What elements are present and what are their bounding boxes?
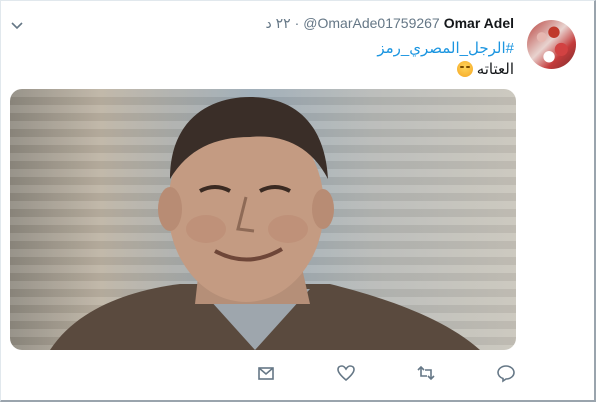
author-handle[interactable]: @OmarAde01759267 (303, 15, 439, 31)
tweet-time[interactable]: ٢٢ د (265, 15, 290, 32)
author-name[interactable]: Omar Adel (444, 15, 514, 31)
mail-icon[interactable] (256, 363, 276, 383)
tweet-header: ٢٢ د · @OmarAde01759267 Omar Adel (265, 15, 514, 32)
media-illustration (50, 97, 480, 350)
hashtag-link[interactable]: #الرجل_المصري_رمز (377, 39, 514, 57)
retweet-icon[interactable] (416, 363, 436, 383)
tears-of-joy-emoji-icon (456, 61, 473, 77)
avatar[interactable] (527, 20, 576, 69)
tweet-card[interactable]: ٢٢ د · @OmarAde01759267 Omar Adel #الرجل… (0, 0, 596, 402)
chevron-down-icon[interactable] (9, 19, 25, 31)
reply-icon[interactable] (496, 363, 516, 383)
tweet-text-content: العتاته (476, 61, 514, 78)
heart-icon[interactable] (336, 363, 356, 383)
tweet-media-gif[interactable] (10, 89, 516, 350)
tweet-text: العتاته (456, 60, 514, 78)
separator: · (294, 15, 300, 31)
tweet-actions (1, 363, 596, 387)
